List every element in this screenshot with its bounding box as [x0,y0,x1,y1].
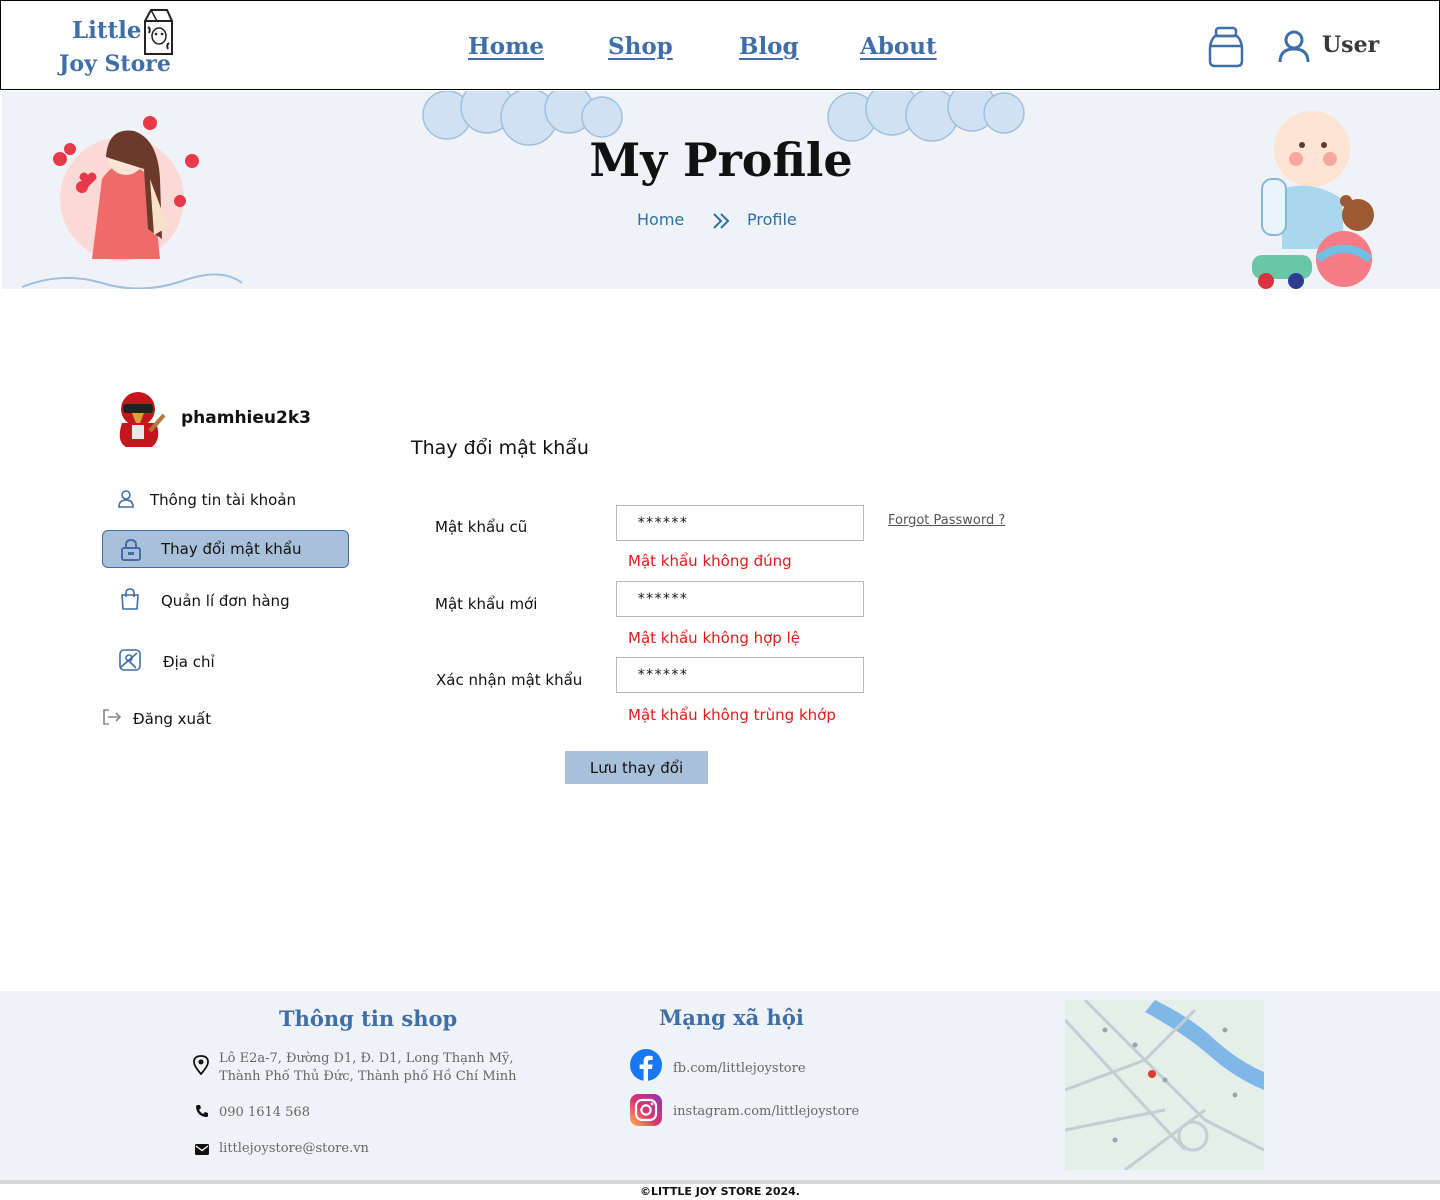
phone-icon [196,1105,208,1117]
sidebar-item-logout[interactable]: Đăng xuất [100,700,340,738]
new-password-field[interactable]: ****** [616,581,864,617]
nav-home-link[interactable]: Home [468,33,544,60]
social-heading: Mạng xã hội [659,1005,804,1030]
cart-jar-icon[interactable] [1207,25,1245,69]
confirm-password-label: Xác nhận mật khẩu [436,671,583,689]
nav-about-link[interactable]: About [860,33,937,60]
sidebar-item-label: Đăng xuất [133,710,212,728]
location-pin-icon [193,1055,209,1075]
old-password-field[interactable]: ****** [616,505,864,541]
facebook-link[interactable]: fb.com/littlejoystore [673,1061,806,1076]
user-outline-icon [118,490,134,508]
phone-number: 090 1614 568 [219,1105,310,1120]
sidebar-item-address[interactable]: Địa chỉ [104,643,344,681]
breadcrumb-current: Profile [747,210,797,229]
sidebar-item-label: Quản lí đơn hàng [161,592,290,610]
copyright-text: ©LITTLE JOY STORE 2024. [640,1185,800,1198]
avatar[interactable] [110,389,166,449]
nav-blog-link[interactable]: Blog [739,33,799,60]
user-icon[interactable] [1277,29,1311,63]
old-password-error: Mật khẩu không đúng [628,552,792,570]
store-location-map[interactable] [1065,1000,1264,1170]
map-location-icon [119,649,141,671]
forgot-password-link[interactable]: Forgot Password ? [888,513,1005,528]
page-title: My Profile [589,133,853,187]
sidebar-item-label: Thông tin tài khoản [150,491,297,509]
mail-icon [195,1144,209,1155]
sidebar-item-orders[interactable]: Quản lí đơn hàng [104,582,344,620]
breadcrumb-home-link[interactable]: Home [637,210,684,229]
instagram-link[interactable]: instagram.com/littlejoystore [673,1104,859,1119]
nav-shop-link[interactable]: Shop [608,33,673,60]
wave-decoration [22,273,242,289]
section-title: Thay đổi mật khẩu [411,437,589,459]
old-password-label: Mật khẩu cũ [435,518,528,536]
facebook-icon[interactable] [630,1049,662,1081]
double-chevron-right-icon [713,213,730,229]
footer-divider [0,1180,1440,1184]
address-line-2: Thành Phố Thủ Đức, Thành phố Hồ Chí Minh [219,1069,517,1084]
address-line-1: Lô E2a-7, Đường D1, Đ. D1, Long Thạnh Mỹ… [219,1051,514,1066]
confirm-password-field[interactable]: ****** [616,657,864,693]
map-tiles [1065,1000,1264,1170]
username-label: phamhieu2k3 [181,408,311,428]
logout-icon [103,709,122,725]
new-password-label: Mật khẩu mới [435,595,538,613]
lock-icon [121,539,141,561]
site-footer: Thông tin shop Lô E2a-7, Đường D1, Đ. D1… [0,991,1440,1180]
sidebar-item-label: Thay đổi mật khẩu [161,540,302,558]
page-banner: My Profile Home Profile [2,91,1440,289]
instagram-icon[interactable] [630,1094,662,1126]
sidebar-item-label: Địa chỉ [163,653,215,671]
shopping-bag-icon [121,588,139,610]
sidebar-item-account-info[interactable]: Thông tin tài khoản [104,481,344,519]
save-changes-button[interactable]: Lưu thay đổi [565,751,708,784]
confirm-password-error: Mật khẩu không trùng khớp [628,706,836,724]
sidebar-item-change-password[interactable]: Thay đổi mật khẩu [102,530,349,568]
shop-info-heading: Thông tin shop [279,1006,458,1031]
user-menu-label[interactable]: User [1322,32,1379,58]
new-password-error: Mật khẩu không hợp lệ [628,629,800,647]
email-address: littlejoystore@store.vn [219,1141,369,1156]
site-header: Little Joy Store Home Shop Blog About Us… [0,0,1440,90]
